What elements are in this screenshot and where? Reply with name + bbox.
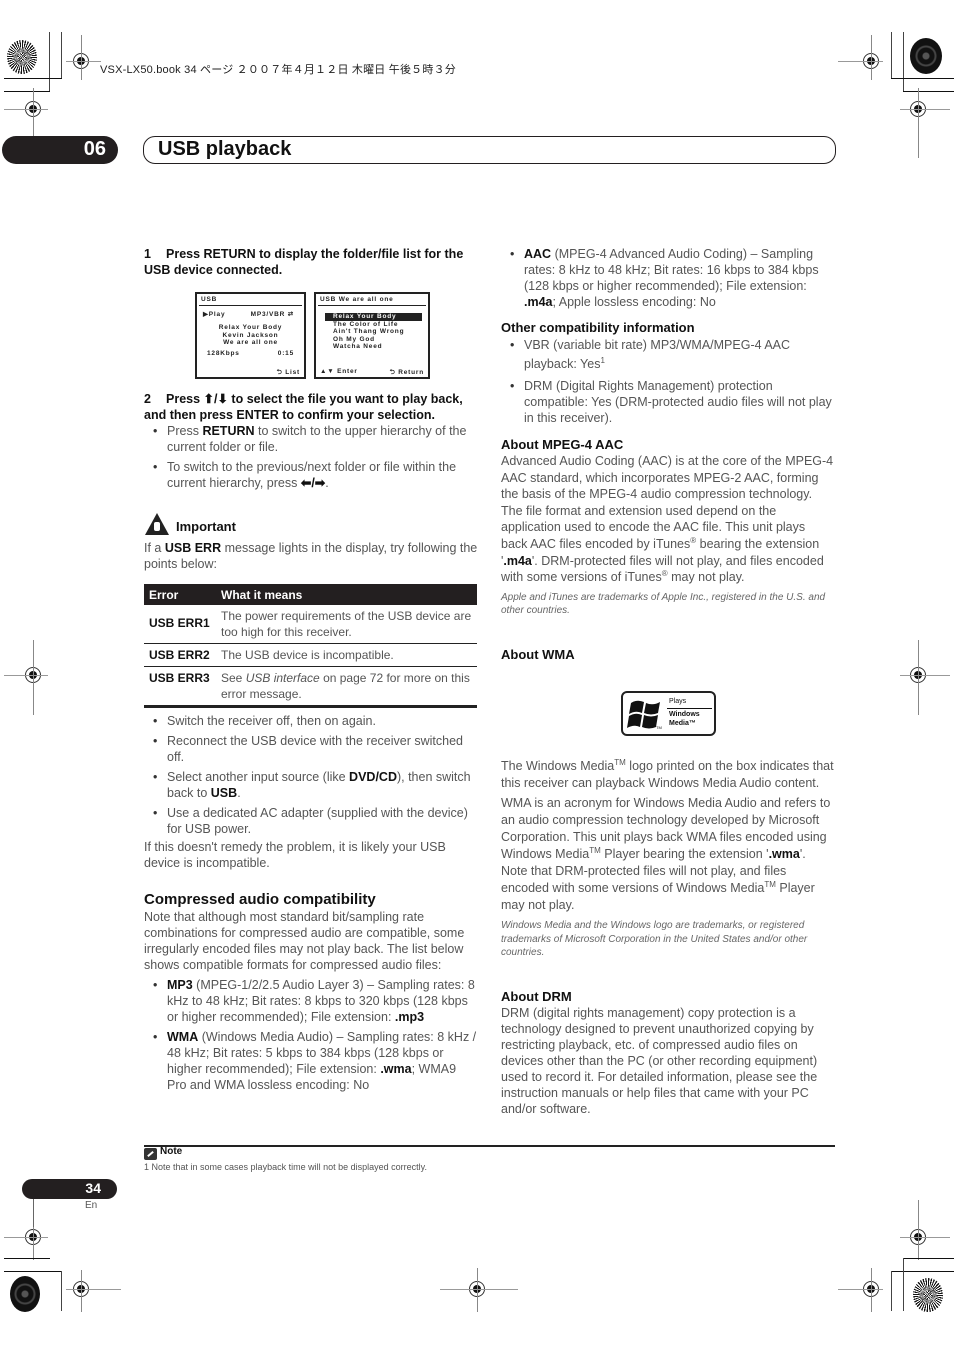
format-item-wma: WMA (Windows Media Audio) – Sampling rat… — [144, 1029, 478, 1093]
format-item-mp3: MP3 (MPEG-1/2/2.5 Audio Layer 3) – Sampl… — [144, 977, 478, 1025]
lcd-footer-enter: ▲▼ Enter — [320, 368, 358, 375]
error-code: USB ERR1 — [144, 605, 216, 644]
list-item: Switch the receiver off, then on again. — [144, 713, 478, 729]
footnote-ref[interactable]: 1 — [600, 356, 604, 365]
step-number: 2 — [144, 392, 151, 406]
table-row: USB ERR1 The power requirements of the U… — [144, 605, 477, 644]
lcd-header: USB — [201, 296, 218, 303]
lcd-album: We are all one — [223, 339, 278, 346]
color-target-icon — [910, 38, 942, 74]
lcd-time: 0:15 — [277, 350, 294, 357]
aac-format: AAC (MPEG-4 Advanced Audio Coding) – Sam… — [501, 246, 834, 314]
lcd-status: ▶Play — [203, 311, 226, 318]
lcd-file-list: Relax Your Body The Color of Life Ain't … — [325, 313, 422, 351]
footnote-text: 1 Note that in some cases playback time … — [144, 1162, 427, 1172]
chapter-title-box: USB playback — [143, 136, 836, 164]
step-text: Press RETURN to display the folder/file … — [144, 247, 464, 277]
list-item: Press RETURN to switch to the upper hier… — [144, 423, 478, 455]
list-item: VBR (variable bit rate) MP3/WMA/MPEG-4 A… — [501, 336, 834, 374]
trademark-notice: Windows Media and the Windows logo are t… — [501, 920, 808, 958]
section-heading: About WMA — [501, 647, 575, 662]
lcd-track: Relax Your Body — [218, 324, 283, 331]
important-intro: If a USB ERR message lights in the displ… — [144, 541, 478, 571]
list-item: DRM (Digital Rights Management) protecti… — [501, 378, 834, 426]
error-code: USB ERR2 — [144, 643, 216, 667]
up-down-arrows-icon: ⬆/⬇ — [203, 392, 228, 406]
lcd-list-screen: USB We are all one Relax Your Body The C… — [314, 292, 430, 379]
chapter-number-badge: 06 — [2, 136, 118, 164]
section-heading: About MPEG-4 AAC — [501, 437, 624, 452]
page-number-badge: 34 — [22, 1179, 117, 1199]
page-number: 34 — [85, 1180, 101, 1196]
error-table: Error What it means USB ERR1 The power r… — [144, 584, 477, 708]
error-meaning: See USB interface on page 72 for more on… — [216, 666, 477, 708]
wma-section: About WMA — [501, 646, 834, 663]
color-target-icon — [913, 1278, 943, 1312]
cross-reference-link[interactable]: USB interface — [246, 671, 320, 685]
lcd-artist: Kevin Jackson — [222, 331, 279, 339]
error-code: USB ERR3 — [144, 666, 216, 708]
note-divider — [144, 1145, 835, 1147]
lcd-list-item[interactable]: Watcha Need — [325, 343, 422, 351]
remedies: Switch the receiver off, then on again. … — [144, 713, 478, 871]
aac-section: About MPEG-4 AAC Advanced Audio Coding (… — [501, 436, 834, 617]
format-item-aac: AAC (MPEG-4 Advanced Audio Coding) – Sam… — [501, 246, 834, 310]
column-header: What it means — [216, 584, 477, 605]
note-pencil-icon — [144, 1148, 157, 1160]
lcd-play-screen: USB ▶Play MP3/VBR ⇄ Relax Your Body Kevi… — [195, 292, 306, 379]
wma-paragraph-1: The Windows MediaTM logo printed on the … — [501, 757, 834, 790]
language-code: En — [85, 1200, 98, 1211]
section-heading: About DRM — [501, 989, 572, 1004]
color-target-icon — [7, 40, 37, 74]
lcd-bitrate: 128Kbps — [207, 350, 240, 357]
section-heading: Compressed audio compatibility — [144, 891, 376, 908]
lcd-format: MP3/VBR ⇄ — [250, 311, 294, 318]
step-2: 2 Press ⬆/⬇ to select the file you want t… — [144, 391, 478, 495]
column-header: Error — [144, 584, 216, 605]
left-right-arrows-icon: ⬅/➡ — [300, 476, 326, 490]
step-text: Press — [166, 392, 204, 406]
wma-paragraph-2: WMA is an acronym for Windows Media Audi… — [501, 796, 831, 912]
lcd-footer-return: ⮌ Return — [389, 369, 424, 376]
lcd-footer: ⮌ List — [276, 369, 300, 376]
table-row: USB ERR2 The USB device is incompatible. — [144, 643, 477, 667]
list-item: Reconnect the USB device with the receiv… — [144, 733, 478, 765]
chapter-number: 06 — [83, 138, 106, 160]
drm-section: About DRM DRM (digital rights management… — [501, 988, 834, 1117]
step-number: 1 — [144, 247, 151, 261]
lcd-list-item[interactable]: Ain't Thang Wrong — [325, 328, 422, 336]
error-meaning: The power requirements of the USB device… — [216, 605, 477, 644]
table-row: USB ERR3 See USB interface on page 72 fo… — [144, 666, 477, 708]
page-title: USB playback — [158, 138, 292, 160]
aac-paragraph: Advanced Audio Coding (AAC) is at the co… — [501, 454, 834, 585]
windows-media-logo: TM Plays Windows Media™ — [621, 691, 716, 736]
lcd-header: USB We are all one — [320, 296, 394, 303]
other-compat-section: Other compatibility information VBR (var… — [501, 319, 834, 430]
list-item: Select another input source (like DVD/CD… — [144, 769, 478, 801]
trademark-notice: Apple and iTunes are trademarks of Apple… — [501, 591, 826, 616]
compressed-section: Compressed audio compatibility Note that… — [144, 891, 478, 1097]
error-meaning: The USB device is incompatible. — [216, 643, 477, 667]
color-target-icon — [10, 1276, 40, 1312]
note-title: Note — [160, 1146, 183, 1157]
warning-hand-icon — [145, 513, 169, 535]
list-item: To switch to the previous/next folder or… — [144, 459, 478, 491]
section-heading: Other compatibility information — [501, 320, 695, 335]
remedy-footer: If this doesn't remedy the problem, it i… — [144, 840, 446, 870]
important-title: Important — [176, 519, 236, 534]
lcd-list-item[interactable]: The Color of Life — [325, 321, 422, 329]
lcd-list-item[interactable]: Oh My God — [325, 336, 422, 344]
table-header-row: Error What it means — [144, 584, 477, 605]
section-intro: Note that although most standard bit/sam… — [144, 910, 465, 972]
book-file-info: VSX-LX50.book 34 ページ ２００７年４月１２日 木曜日 午後５時… — [100, 64, 456, 76]
drm-paragraph: DRM (digital rights management) copy pro… — [501, 1006, 818, 1116]
step-1: 1 Press RETURN to display the folder/file… — [144, 246, 478, 278]
wma-text: The Windows MediaTM logo printed on the … — [501, 758, 834, 960]
lcd-list-item[interactable]: Relax Your Body — [325, 313, 422, 321]
list-item: Use a dedicated AC adapter (supplied wit… — [144, 805, 478, 837]
